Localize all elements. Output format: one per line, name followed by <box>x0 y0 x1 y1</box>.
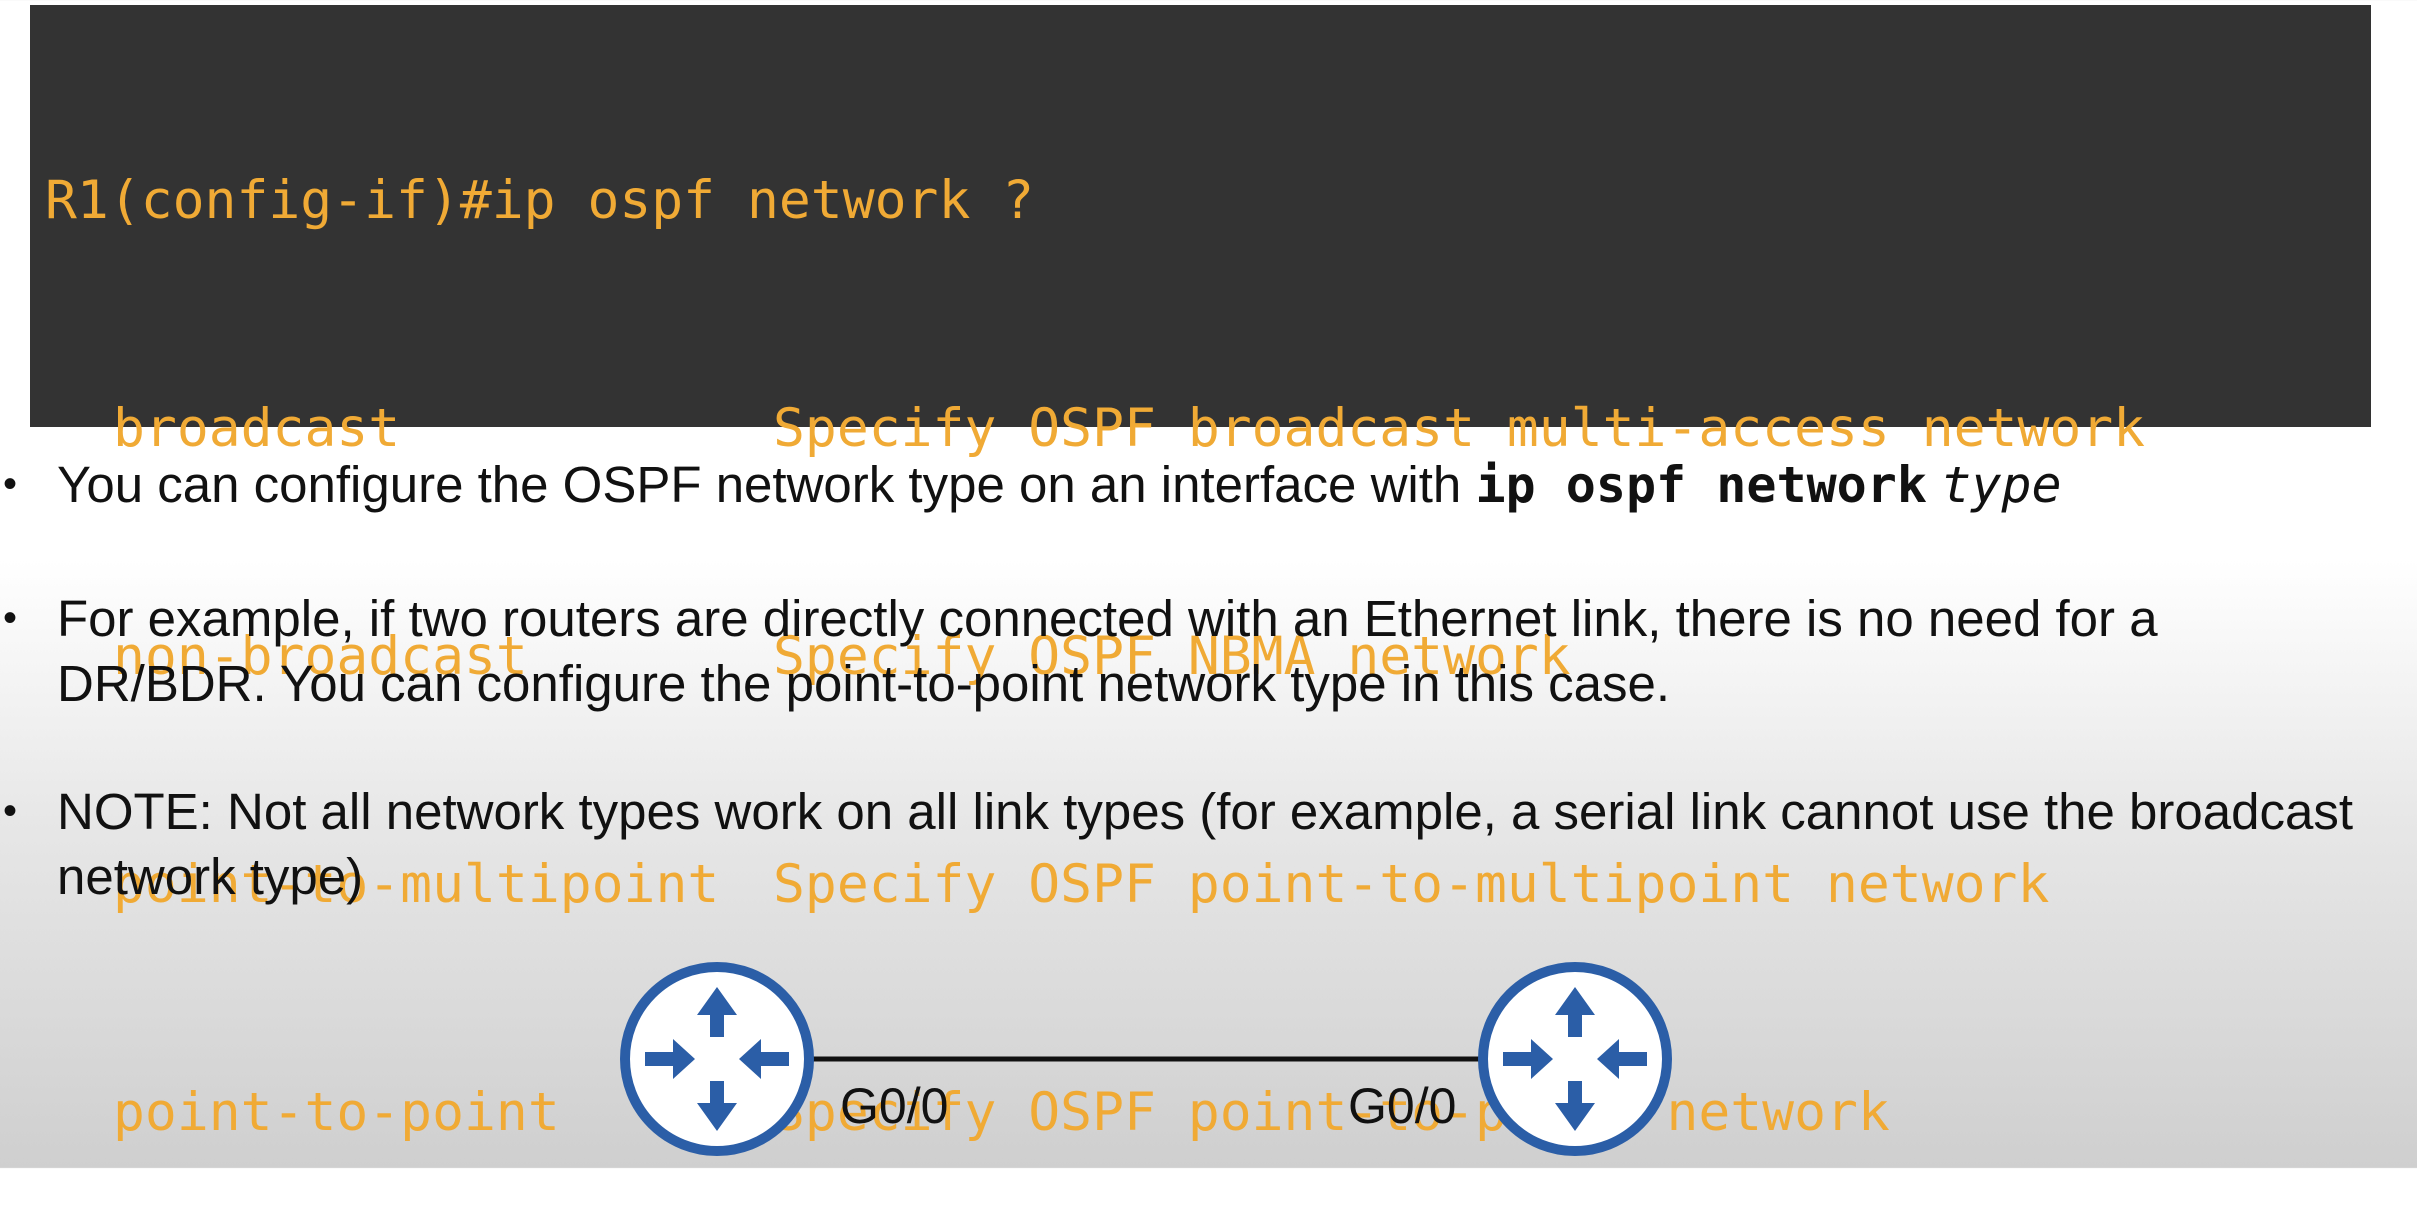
command-argument: type <box>1941 456 2062 514</box>
bullet-dot-icon: • <box>3 462 18 506</box>
bullet-list: • You can configure the OSPF network typ… <box>0 452 2417 909</box>
bullet-text: For example, if two routers are directly… <box>57 590 2158 712</box>
left-interface-label: G0/0 <box>840 1078 949 1134</box>
bullet-item: • You can configure the OSPF network typ… <box>0 452 2360 518</box>
bullet-text: You can configure the OSPF network type … <box>57 456 1476 513</box>
cli-option-row: point-to-point Specify OSPF point-to-poin… <box>45 1075 2371 1151</box>
cli-option-name: point-to-point <box>113 1082 560 1143</box>
bullet-text: NOTE: Not all network types work on all … <box>57 783 2354 905</box>
bullet-item: • NOTE: Not all network types work on al… <box>0 779 2360 909</box>
cli-output-panel: R1(config-if)#ip ospf network ? broadcas… <box>30 5 2371 1143</box>
cli-prompt-line: R1(config-if)#ip ospf network ? <box>45 170 1035 231</box>
right-interface-label: G0/0 <box>1348 1078 1457 1134</box>
cli-option-description: Specify OSPF broadcast multi-access netw… <box>773 398 2146 459</box>
bullet-dot-icon: • <box>3 596 18 640</box>
command-keyword: ip ospf network <box>1475 456 1927 514</box>
bullet-item: • For example, if two routers are direct… <box>0 586 2360 716</box>
bullet-dot-icon: • <box>3 789 18 833</box>
